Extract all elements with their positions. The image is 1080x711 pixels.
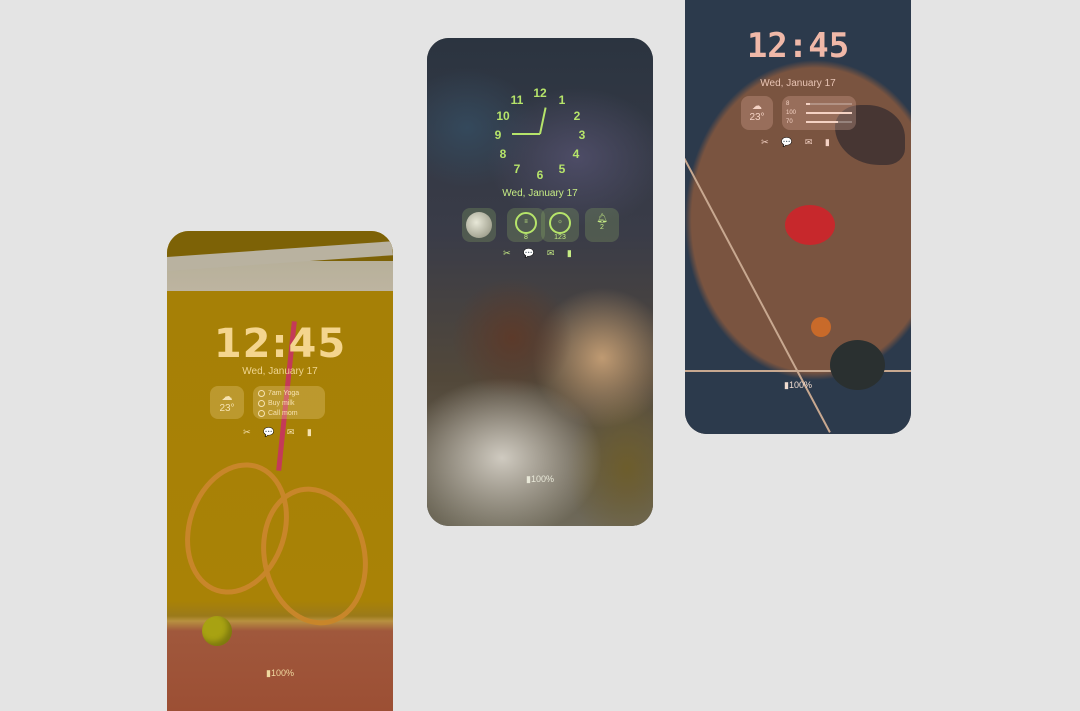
lockscreen-tennis: 12:45 Wed, January 17 ☁ 23° 7am Yoga Buy… [167,231,393,711]
dial-number: 4 [572,147,580,161]
moon-widget[interactable] [462,208,496,242]
cloud-icon: ☁ [752,101,762,112]
dial-number: 5 [558,162,566,176]
reminders-widget[interactable]: 7am Yoga Buy milk Call mom [253,386,325,419]
lockscreen-court: 12:45 Wed, January 17 ☁ 23° 8 100 70 ✂ 💬… [685,0,911,434]
battery-indicator: ▮100% [784,380,812,390]
lock-clock: 12:45 [746,26,850,66]
steps-value: 8 [524,234,528,241]
sun-icon: ☼ [549,212,571,234]
player-red [785,205,835,245]
weather-widget[interactable]: ☁ 23° [210,386,244,419]
notification-icons: ✂ 💬 ✉ ▮ [761,137,835,147]
heart-rate-value: 123 [554,234,566,241]
notification-icons: ✂ 💬 ✉ ▮ [503,248,577,258]
stat-bar [806,111,852,114]
bell-icon: 🔔︎ [596,213,608,223]
tennis-ball [202,616,232,646]
dial-number: 12 [533,86,547,100]
dial-number: 6 [536,168,544,182]
dial-number: 1 [558,93,566,107]
steps-icon: ≡ [515,212,537,234]
notification-icons: ✂ 💬 ✉ ▮ [243,427,317,437]
analog-clock: 12 1 2 3 4 5 6 7 8 9 10 11 [491,85,589,183]
lock-date: Wed, January 17 [502,188,578,199]
basketball [811,317,831,337]
alarm-count: 2 [600,224,604,231]
dial-number: 10 [496,109,510,123]
lock-clock: 12:45 [213,321,347,367]
weather-widget[interactable]: ☁ 23° [741,96,773,130]
hour-hand [512,133,540,135]
battery-stats-widget[interactable]: 8 100 70 [782,96,856,130]
checkbox-icon [258,389,265,397]
lock-date: Wed, January 17 [760,78,836,89]
dial-number: 2 [573,109,581,123]
stat-row: 100 [786,108,852,117]
alarm-widget[interactable]: 🔔︎ 2 [585,208,619,242]
battery-indicator: ▮100% [526,474,554,484]
checkbox-icon [258,399,265,407]
dial-number: 8 [499,147,507,161]
moon-icon [466,212,492,238]
weather-temp: 23° [219,403,235,414]
dial-number: 3 [578,128,586,142]
stat-bar [806,102,810,105]
stat-row: 8 [786,99,852,108]
dial-number: 9 [494,128,502,142]
stat-bar [806,120,839,123]
reminder-item[interactable]: Call mom [258,408,325,418]
minute-hand [539,107,547,135]
weather-temp: 23° [749,112,765,123]
battery-indicator: ▮100% [266,668,294,678]
lock-date: Wed, January 17 [242,366,318,377]
heart-rate-widget[interactable]: ☼ 123 [541,208,579,242]
dial-number: 7 [513,162,521,176]
cloud-icon: ☁ [221,391,233,403]
dial-number: 11 [510,93,524,107]
lockscreen-couple: 12 1 2 3 4 5 6 7 8 9 10 11 Wed, January … [427,38,653,526]
checkbox-icon [258,409,265,417]
tennis-wallpaper [167,231,393,711]
reminder-item[interactable]: Buy milk [258,398,325,408]
stat-row: 70 [786,117,852,126]
reminder-item[interactable]: 7am Yoga [258,388,325,398]
steps-widget[interactable]: ≡ 8 [507,208,545,242]
